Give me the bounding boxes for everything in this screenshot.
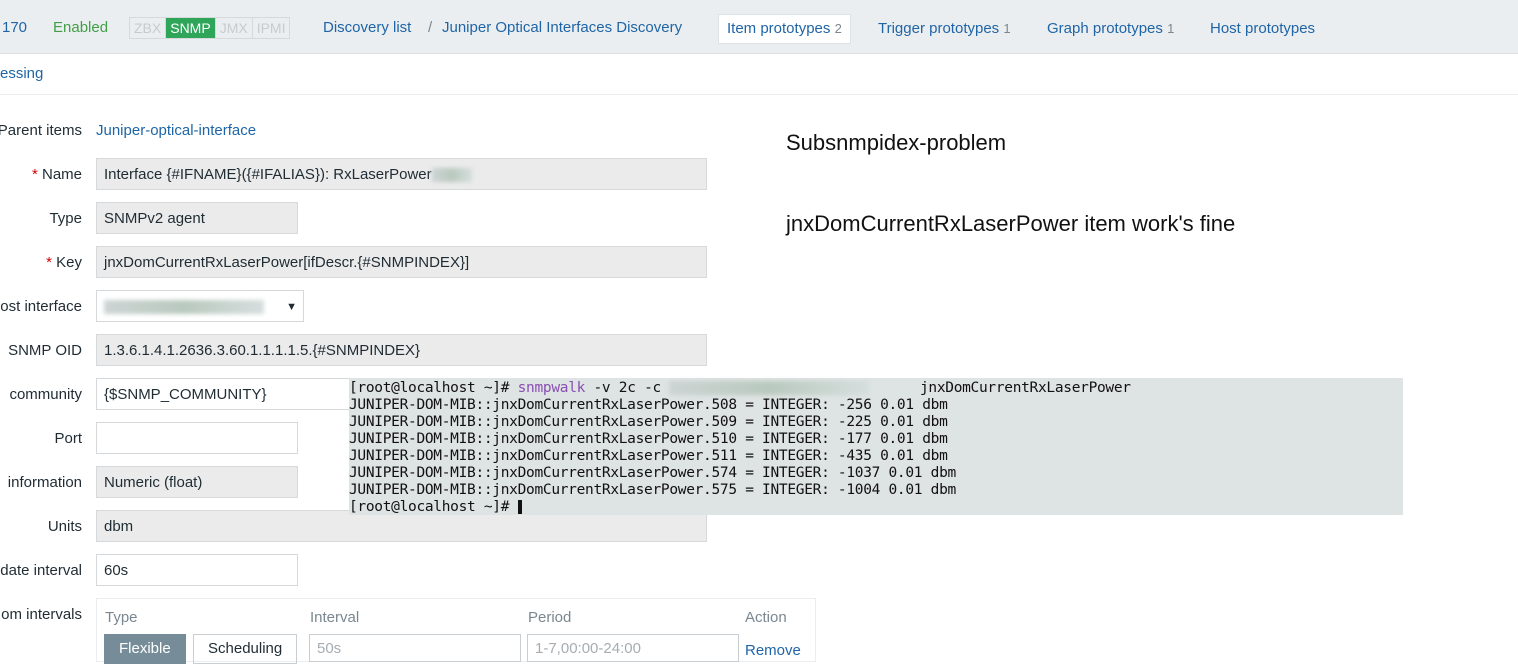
dropdown-arrow-icon: ▼	[286, 301, 297, 313]
tab-label: Host prototypes	[1210, 20, 1316, 37]
port-label: Port	[54, 430, 82, 447]
terminal-output-line: JUNIPER-DOM-MIB::jnxDomCurrentRxLaserPow…	[349, 448, 948, 464]
tab-preprocessing[interactable]: essing	[0, 65, 43, 82]
units-label: Units	[47, 518, 82, 535]
terminal-prompt-line: [root@localhost ~]#	[349, 499, 1403, 516]
host-interface-select[interactable]: ▼	[96, 290, 304, 322]
breadcrumb-discovery-rule[interactable]: Juniper Optical Interfaces Discovery	[442, 19, 682, 36]
host-interface-label: ost interface	[0, 298, 82, 315]
key-label: * Key	[46, 254, 82, 271]
tag-zbx: ZBX	[130, 18, 167, 38]
snmp-oid-input[interactable]: 1.3.6.1.4.1.2636.3.60.1.1.1.1.5.{#SNMPIN…	[96, 334, 707, 366]
tab-item-prototypes[interactable]: Item prototypes 2	[718, 14, 851, 44]
remove-link[interactable]: Remove	[745, 642, 801, 659]
status-enabled[interactable]: Enabled	[53, 19, 108, 36]
terminal-command-line: [root@localhost ~]# snmpwalk -v 2c -c jn…	[349, 380, 1131, 396]
breadcrumb-discovery-list[interactable]: Discovery list	[323, 19, 411, 36]
form-tabs: essing	[0, 53, 1518, 95]
tag-ipmi: IPMI	[256, 20, 286, 36]
update-interval-input[interactable]: 60s	[96, 554, 298, 586]
col-action: Action	[745, 609, 787, 626]
type-label: Type	[49, 210, 82, 227]
snmp-oid-label: SNMP OID	[8, 342, 82, 359]
custom-intervals-label: om intervals	[1, 606, 82, 623]
terminal-output-line: JUNIPER-DOM-MIB::jnxDomCurrentRxLaserPow…	[349, 431, 948, 447]
period-input[interactable]: 1-7,00:00-24:00	[527, 634, 739, 662]
tab-label: Item prototypes	[727, 20, 831, 37]
type-of-information-label: information	[7, 474, 82, 491]
col-interval: Interval	[310, 609, 360, 626]
name-label: * Name	[31, 166, 82, 183]
parent-items-label: Parent items	[0, 122, 82, 139]
col-period: Period	[528, 609, 572, 626]
type-select[interactable]: SNMPv2 agent	[96, 202, 298, 234]
terminal-output-line: JUNIPER-DOM-MIB::jnxDomCurrentRxLaserPow…	[349, 414, 948, 430]
community-label: community	[9, 386, 82, 403]
terminal-screenshot: [root@localhost ~]# snmpwalk -v 2c -c jn…	[349, 378, 1403, 515]
tab-trigger-prototypes[interactable]: Trigger prototypes 1	[869, 14, 1020, 44]
name-input[interactable]: Interface {#IFNAME}({#IFALIAS}): RxLaser…	[96, 158, 707, 190]
breadcrumb-separator: /	[428, 19, 433, 36]
note-description: jnxDomCurrentRxLaserPower item work's fi…	[786, 211, 1236, 236]
note-title: Subsnmpidex-problem	[786, 130, 1007, 155]
tab-graph-prototypes[interactable]: Graph prototypes 1	[1038, 14, 1183, 44]
tab-host-prototypes[interactable]: Host prototypes	[1201, 14, 1324, 44]
tab-count: 2	[834, 21, 842, 36]
terminal-output-line: JUNIPER-DOM-MIB::jnxDomCurrentRxLaserPow…	[349, 482, 956, 498]
tag-jmx: JMX	[216, 18, 253, 38]
terminal-output-line: JUNIPER-DOM-MIB::jnxDomCurrentRxLaserPow…	[349, 465, 956, 481]
host-link[interactable]: 170	[2, 19, 27, 36]
cursor-icon	[517, 500, 522, 514]
col-type: Type	[105, 609, 138, 626]
tab-count: 1	[1167, 21, 1175, 36]
type-of-information-select[interactable]: Numeric (float)	[96, 466, 298, 498]
tag-snmp: SNMP	[166, 18, 216, 38]
tab-label: Graph prototypes	[1047, 20, 1163, 37]
key-input[interactable]: jnxDomCurrentRxLaserPower[ifDescr.{#SNMP…	[96, 246, 707, 278]
availability-tags: ZBX SNMP JMX IPMI	[129, 17, 291, 39]
tab-label: Trigger prototypes	[878, 20, 1000, 37]
port-input[interactable]	[96, 422, 298, 454]
tab-count: 1	[1003, 21, 1011, 36]
interval-input[interactable]: 50s	[309, 634, 521, 662]
host-navigation-bar: 170 Enabled ZBX SNMP JMX IPMI Discovery …	[0, 0, 1518, 54]
custom-intervals-table: Type Interval Period Action Flexible Sch…	[96, 598, 816, 664]
parent-item-link[interactable]: Juniper-optical-interface	[96, 122, 256, 139]
update-interval-label: date interval	[0, 562, 82, 579]
terminal-output-line: JUNIPER-DOM-MIB::jnxDomCurrentRxLaserPow…	[349, 397, 948, 413]
